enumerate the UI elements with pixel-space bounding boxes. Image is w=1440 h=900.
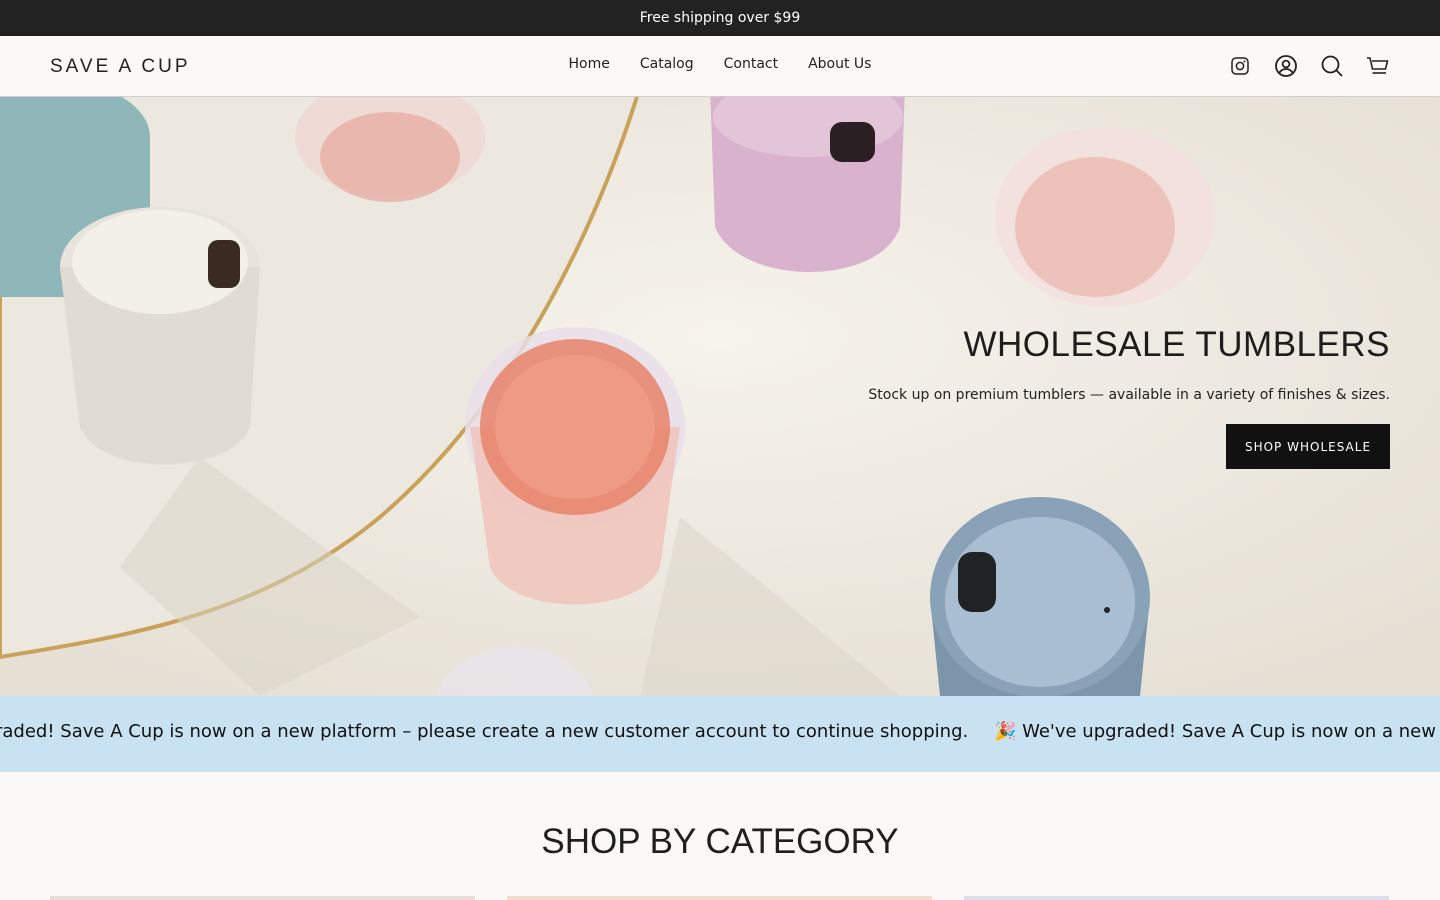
instagram-icon[interactable] [1228,54,1252,78]
section-title: SHOP BY CATEGORY [541,822,899,861]
announcement-bar: Free shipping over $99 [0,0,1440,36]
search-icon[interactable] [1320,54,1344,78]
category-cards [50,896,1390,900]
marquee-track: raded! Save A Cup is now on a new platfo… [0,721,1440,742]
category-card[interactable] [964,896,1389,900]
account-icon[interactable] [1274,54,1298,78]
shop-wholesale-button[interactable]: SHOP WHOLESALE [1226,424,1390,469]
site-header: SAVE A CUP Home Catalog Contact About Us [0,36,1440,97]
hero-subtitle: Stock up on premium tumblers — available… [868,387,1390,403]
hero-banner: WHOLESALE TUMBLERS Stock up on premium t… [0,97,1440,696]
announcement-marquee: raded! Save A Cup is now on a new platfo… [0,696,1440,772]
header-icons [1228,54,1390,78]
nav-about-us[interactable]: About Us [808,56,871,72]
marquee-item: 🎉 We've upgraded! Save A Cup is now on a… [993,721,1440,742]
main-nav: Home Catalog Contact About Us [0,56,1440,72]
cart-icon[interactable] [1366,54,1390,78]
category-card[interactable] [50,896,475,900]
category-card[interactable] [507,896,932,900]
announcement-text: Free shipping over $99 [639,10,801,26]
hero-text: WHOLESALE TUMBLERS Stock up on premium t… [868,325,1390,403]
marquee-item: raded! Save A Cup is now on a new platfo… [0,721,969,742]
nav-catalog[interactable]: Catalog [640,56,694,72]
hero-title: WHOLESALE TUMBLERS [963,325,1390,364]
nav-home[interactable]: Home [569,56,610,72]
nav-contact[interactable]: Contact [724,56,778,72]
